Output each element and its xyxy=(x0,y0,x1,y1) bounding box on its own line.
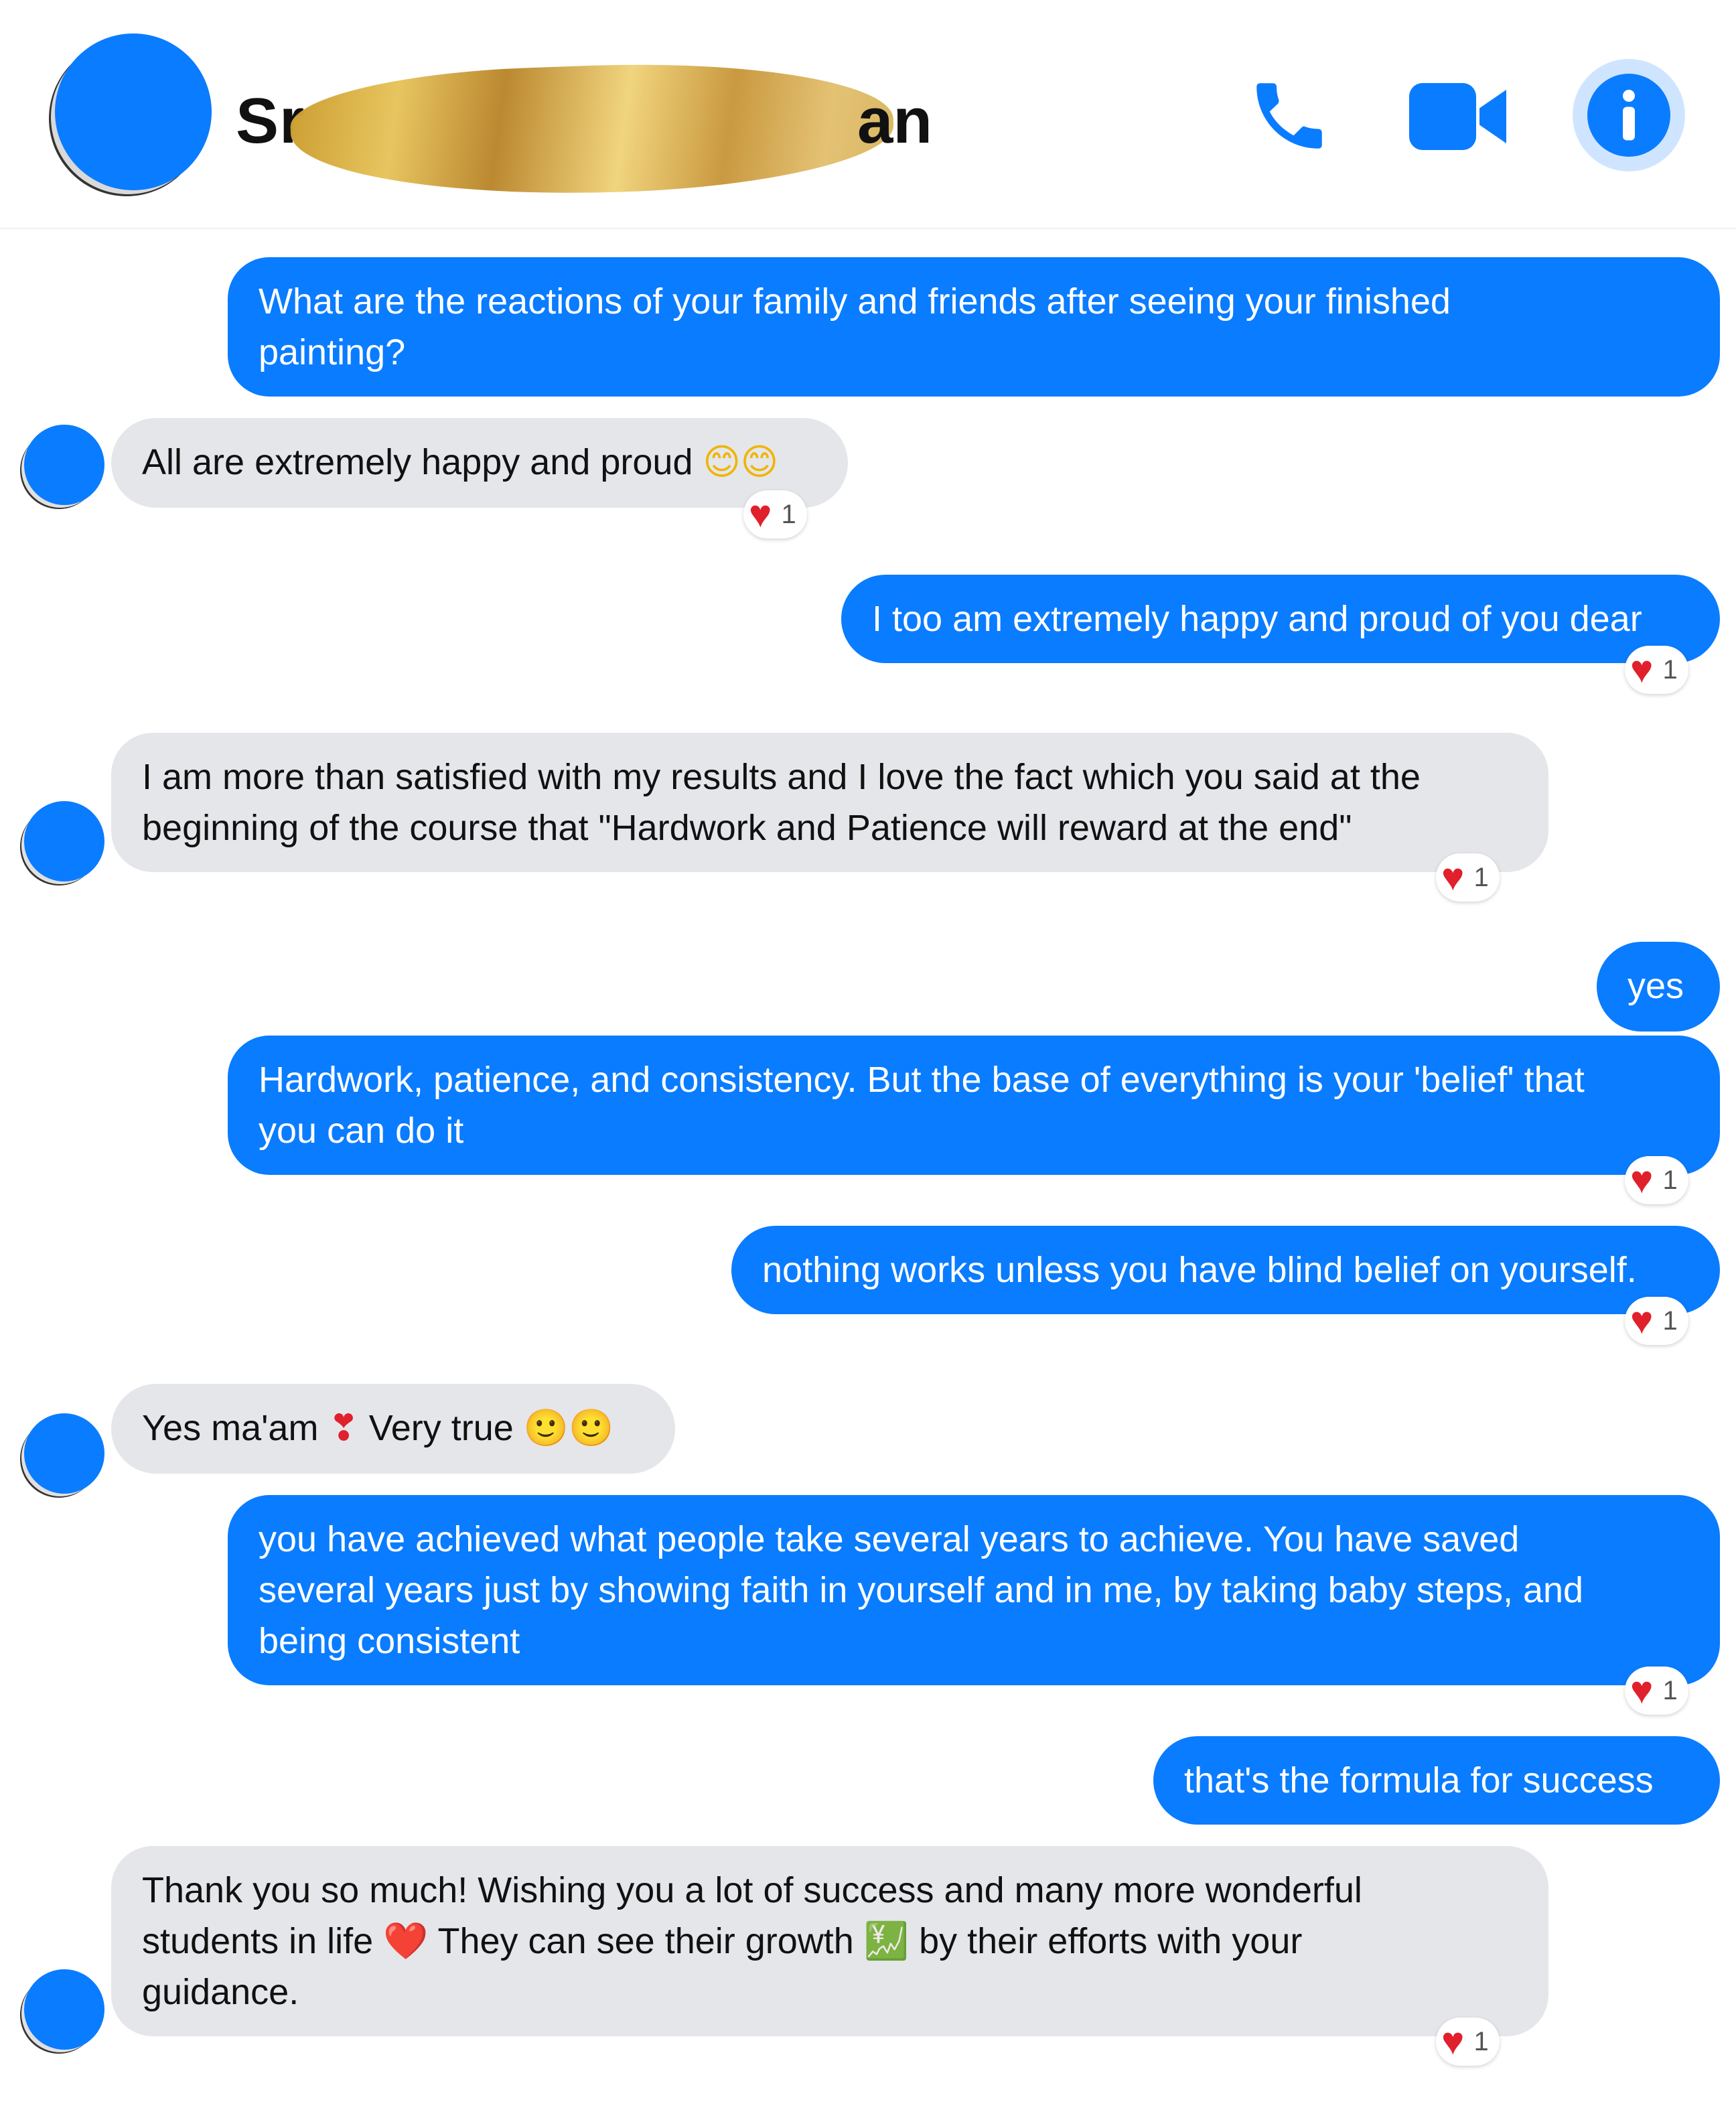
contact-avatar-small[interactable] xyxy=(24,425,104,505)
chat-header: Sr an xyxy=(0,0,1736,229)
reaction-count: 1 xyxy=(1662,1165,1678,1195)
video-camera-icon xyxy=(1409,83,1506,150)
message-line: several years just by showing faith in y… xyxy=(259,1570,1584,1610)
message-text: that's the formula for success xyxy=(1184,1760,1654,1800)
message-text: They can see their growth xyxy=(437,1921,854,1961)
message-line: painting? xyxy=(259,332,406,372)
heart-icon: ♥ xyxy=(1630,1669,1654,1712)
contact-name-end: an xyxy=(857,85,933,157)
contact-avatar-small[interactable] xyxy=(24,1969,104,2050)
message-text: All are extremely happy and proud xyxy=(142,442,693,482)
message-line: being consistent xyxy=(259,1621,520,1661)
name-redaction-brushstroke xyxy=(288,55,896,204)
outgoing-message[interactable]: you have achieved what people take sever… xyxy=(228,1495,1720,1685)
reaction-count: 1 xyxy=(1473,2026,1489,2056)
contact-avatar-small[interactable] xyxy=(24,1413,104,1494)
message-reaction[interactable]: ♥ 1 xyxy=(1625,1667,1688,1715)
message-line: you can do it xyxy=(259,1111,464,1151)
message-text: yes xyxy=(1628,966,1684,1006)
message-reaction[interactable]: ♥ 1 xyxy=(1436,853,1500,902)
contact-avatar[interactable] xyxy=(55,33,212,190)
heart-icon: ♥ xyxy=(1630,648,1654,691)
reaction-count: 1 xyxy=(1473,862,1489,892)
chart-increasing-emoji: 💹 xyxy=(863,1921,910,1961)
message-reaction[interactable]: ♥ 1 xyxy=(743,490,807,539)
outgoing-message[interactable]: nothing works unless you have blind beli… xyxy=(731,1226,1720,1314)
message-line: beginning of the course that "Hardwork a… xyxy=(142,808,1352,848)
message-text: students in life xyxy=(142,1921,374,1961)
message-line: students in life ❤️ They can see their g… xyxy=(142,1916,1518,1967)
smiling-face-emoji: 😊😊 xyxy=(703,442,779,482)
heart-icon: ♥ xyxy=(1441,2020,1465,2063)
message-line: you have achieved what people take sever… xyxy=(259,1519,1520,1559)
red-heart-emoji: ❤️ xyxy=(383,1921,429,1961)
message-reaction[interactable]: ♥ 1 xyxy=(1625,646,1688,694)
video-call-button[interactable] xyxy=(1409,79,1510,154)
outgoing-message[interactable]: Hardwork, patience, and consistency. But… xyxy=(228,1036,1720,1175)
heart-icon: ♥ xyxy=(1630,1299,1654,1342)
contact-avatar-small[interactable] xyxy=(24,801,104,881)
incoming-message[interactable]: Thank you so much! Wishing you a lot of … xyxy=(111,1846,1548,2036)
message-reaction[interactable]: ♥ 1 xyxy=(1625,1297,1688,1345)
outgoing-message[interactable]: that's the formula for success xyxy=(1153,1736,1720,1825)
message-text: nothing works unless you have blind beli… xyxy=(762,1250,1637,1290)
message-reaction[interactable]: ♥ 1 xyxy=(1436,2018,1500,2066)
message-text: by their efforts with your xyxy=(919,1921,1303,1961)
incoming-message[interactable]: Yes ma'am ❣ Very true 🙂🙂 xyxy=(111,1384,675,1474)
phone-icon xyxy=(1256,83,1322,149)
outgoing-message[interactable]: What are the reactions of your family an… xyxy=(228,257,1720,397)
outgoing-message[interactable]: I too am extremely happy and proud of yo… xyxy=(841,575,1720,663)
message-text: Yes ma'am xyxy=(142,1408,319,1448)
conversation-info-button[interactable] xyxy=(1573,59,1685,171)
slightly-smiling-face-emoji: 🙂🙂 xyxy=(523,1408,614,1448)
incoming-message[interactable]: I am more than satisfied with my results… xyxy=(111,733,1548,872)
reaction-count: 1 xyxy=(781,499,796,529)
message-line: guidance. xyxy=(142,1972,299,2012)
message-line: I am more than satisfied with my results… xyxy=(142,757,1421,797)
reaction-count: 1 xyxy=(1662,1675,1678,1705)
heart-icon: ♥ xyxy=(1630,1158,1654,1202)
message-line: Hardwork, patience, and consistency. But… xyxy=(259,1060,1585,1100)
message-line: Thank you so much! Wishing you a lot of … xyxy=(142,1870,1362,1910)
info-icon xyxy=(1587,74,1670,157)
message-text: Very true xyxy=(368,1408,514,1448)
reaction-count: 1 xyxy=(1662,654,1678,685)
heart-icon: ♥ xyxy=(749,492,772,536)
message-line: What are the reactions of your family an… xyxy=(259,281,1451,322)
phone-call-button[interactable] xyxy=(1246,72,1333,159)
outgoing-message[interactable]: yes xyxy=(1597,942,1720,1032)
heart-exclamation-emoji: ❣ xyxy=(328,1408,359,1448)
incoming-message[interactable]: All are extremely happy and proud 😊😊 xyxy=(111,418,848,508)
message-text: I too am extremely happy and proud of yo… xyxy=(872,599,1642,639)
message-reaction[interactable]: ♥ 1 xyxy=(1625,1156,1688,1204)
reaction-count: 1 xyxy=(1662,1305,1678,1336)
heart-icon: ♥ xyxy=(1441,855,1465,899)
